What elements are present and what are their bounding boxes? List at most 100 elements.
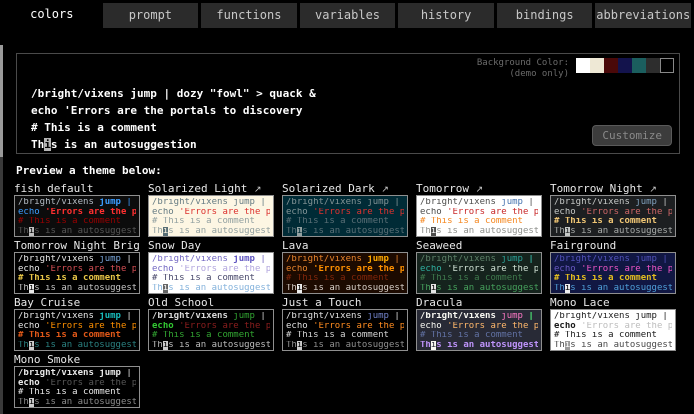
external-link-icon[interactable]: ↗ <box>649 185 657 195</box>
theme-preview[interactable]: /bright/vixens jump | dozy " echo 'Error… <box>14 309 140 351</box>
preview-echo-line: echo 'Errors are the portals <box>18 208 136 218</box>
theme-preview[interactable]: /bright/vixens jump | dozy " echo 'Error… <box>416 195 542 237</box>
external-link-icon[interactable]: ↗ <box>476 185 484 195</box>
bg-swatch[interactable] <box>646 58 660 73</box>
theme-name[interactable]: Snow Day <box>148 239 274 252</box>
bg-swatch[interactable] <box>632 58 646 73</box>
theme-preview[interactable]: /bright/vixens jump | dozy " echo 'Error… <box>282 309 408 351</box>
preview-autosuggestion-line: This is an autosuggestion <box>554 284 672 294</box>
tab-abbreviations[interactable]: abbreviations <box>595 3 691 28</box>
preview-echo-line: echo 'Errors are the portals <box>554 208 672 218</box>
theme-dracula[interactable]: Dracula /bright/vixens jump | dozy " ech… <box>416 296 542 351</box>
theme-mono-lace[interactable]: Mono Lace /bright/vixens jump | dozy " e… <box>550 296 676 351</box>
theme-solarized-light[interactable]: Solarized Light ↗ /bright/vixens jump | … <box>148 182 274 237</box>
tab-variables[interactable]: variables <box>300 3 396 28</box>
theme-name-text: Tomorrow Night Bright <box>14 239 140 252</box>
theme-name[interactable]: Dracula <box>416 296 542 309</box>
theme-preview[interactable]: /bright/vixens jump | dozy " echo 'Error… <box>148 309 274 351</box>
theme-preview[interactable]: /bright/vixens jump | dozy " echo 'Error… <box>14 252 140 294</box>
preview-comment-line: # This is a comment <box>286 331 404 341</box>
theme-name[interactable]: Tomorrow ↗ <box>416 182 542 195</box>
theme-name[interactable]: Fairground <box>550 239 676 252</box>
tab-functions[interactable]: functions <box>201 3 297 28</box>
preview-autosuggestion-line: This is an autosuggestion <box>18 227 136 237</box>
theme-name[interactable]: Mono Lace <box>550 296 676 309</box>
preview-echo-line: echo 'Errors are the portals <box>286 208 404 218</box>
terminal-demo-panel: Background Color: (demo only) /bright/vi… <box>16 53 680 154</box>
theme-seaweed[interactable]: Seaweed /bright/vixens jump | dozy " ech… <box>416 239 542 294</box>
terminal-line-command: /bright/vixens jump | dozy "fowl" > quac… <box>31 87 679 104</box>
theme-preview[interactable]: /bright/vixens jump | dozy " echo 'Error… <box>148 252 274 294</box>
bg-swatch[interactable] <box>604 58 618 73</box>
theme-old-school[interactable]: Old School /bright/vixens jump | dozy " … <box>148 296 274 351</box>
bg-swatch[interactable] <box>660 58 674 73</box>
theme-just-a-touch[interactable]: Just a Touch /bright/vixens jump | dozy … <box>282 296 408 351</box>
theme-solarized-dark[interactable]: Solarized Dark ↗ /bright/vixens jump | d… <box>282 182 408 237</box>
theme-preview[interactable]: /bright/vixens jump | dozy " echo 'Error… <box>282 252 408 294</box>
theme-preview[interactable]: /bright/vixens jump | dozy " echo 'Error… <box>148 195 274 237</box>
theme-snow-day[interactable]: Snow Day /bright/vixens jump | dozy " ec… <box>148 239 274 294</box>
preview-comment-line: # This is a comment <box>152 331 270 341</box>
tab-bindings[interactable]: bindings <box>497 3 593 28</box>
theme-tomorrow-night[interactable]: Tomorrow Night ↗ /bright/vixens jump | d… <box>550 182 676 237</box>
preview-echo-line: echo 'Errors are the portals <box>554 322 672 332</box>
theme-tomorrow[interactable]: Tomorrow ↗ /bright/vixens jump | dozy " … <box>416 182 542 237</box>
tab-label: variables <box>315 8 380 22</box>
tab-label: history <box>421 8 472 22</box>
external-link-icon[interactable]: ↗ <box>381 185 389 195</box>
theme-name[interactable]: Solarized Dark ↗ <box>282 182 408 195</box>
theme-name-text: Fairground <box>550 239 616 252</box>
preview-echo-line: echo 'Errors are the portals <box>420 265 538 275</box>
theme-tomorrow-night-bright[interactable]: Tomorrow Night Bright ↗ /bright/vixens j… <box>14 239 140 294</box>
theme-name[interactable]: Lava <box>282 239 408 252</box>
theme-name[interactable]: Just a Touch <box>282 296 408 309</box>
theme-name-text: fish default <box>14 182 93 195</box>
theme-preview[interactable]: /bright/vixens jump | dozy " echo 'Error… <box>416 309 542 351</box>
theme-name[interactable]: Seaweed <box>416 239 542 252</box>
theme-name[interactable]: Bay Cruise <box>14 296 140 309</box>
terminal-line-comment: # This is a comment <box>31 121 679 138</box>
preview-comment-line: # This is a comment <box>420 217 538 227</box>
preview-command-line: /bright/vixens jump | dozy " <box>286 255 404 265</box>
tab-history[interactable]: history <box>398 3 494 28</box>
theme-preview[interactable]: /bright/vixens jump | dozy " echo 'Error… <box>14 195 140 237</box>
preview-autosuggestion-line: This is an autosuggestion <box>420 284 538 294</box>
tab-bar: colorspromptfunctions variables history bin… <box>0 0 694 28</box>
tab-prompt[interactable]: prompt <box>103 3 199 28</box>
theme-grid: fish default /bright/vixens jump | dozy … <box>14 182 694 408</box>
preview-command-line: /bright/vixens jump | dozy " <box>420 312 538 322</box>
theme-fish-default[interactable]: fish default /bright/vixens jump | dozy … <box>14 182 140 237</box>
theme-bay-cruise[interactable]: Bay Cruise /bright/vixens jump | dozy " … <box>14 296 140 351</box>
preview-command-line: /bright/vixens jump | dozy " <box>152 255 270 265</box>
theme-preview[interactable]: /bright/vixens jump | dozy " echo 'Error… <box>14 366 140 408</box>
left-scrollbar-strip[interactable] <box>0 45 3 157</box>
preview-command-line: /bright/vixens jump | dozy " <box>18 198 136 208</box>
bg-swatch[interactable] <box>576 58 590 73</box>
theme-name[interactable]: Tomorrow Night Bright ↗ <box>14 239 140 252</box>
bg-swatch[interactable] <box>618 58 632 73</box>
theme-name[interactable]: Mono Smoke <box>14 353 140 366</box>
theme-preview[interactable]: /bright/vixens jump | dozy " echo 'Error… <box>550 309 676 351</box>
preview-command-line: /bright/vixens jump | dozy " <box>18 312 136 322</box>
preview-command-line: /bright/vixens jump | dozy " <box>18 255 136 265</box>
customize-button[interactable]: Customize <box>592 125 672 146</box>
theme-preview[interactable]: /bright/vixens jump | dozy " echo 'Error… <box>282 195 408 237</box>
external-link-icon[interactable]: ↗ <box>254 185 262 195</box>
theme-fairground[interactable]: Fairground /bright/vixens jump | dozy " … <box>550 239 676 294</box>
background-color-label-text: Background Color: <box>477 58 569 69</box>
theme-name[interactable]: Old School <box>148 296 274 309</box>
preview-command-line: /bright/vixens jump | dozy " <box>420 255 538 265</box>
theme-preview[interactable]: /bright/vixens jump | dozy " echo 'Error… <box>550 195 676 237</box>
theme-mono-smoke[interactable]: Mono Smoke /bright/vixens jump | dozy " … <box>14 353 140 408</box>
theme-preview[interactable]: /bright/vixens jump | dozy " echo 'Error… <box>416 252 542 294</box>
theme-name[interactable]: fish default <box>14 182 140 195</box>
tab-colors[interactable]: colors <box>4 0 100 28</box>
theme-name[interactable]: Solarized Light ↗ <box>148 182 274 195</box>
bg-swatch[interactable] <box>590 58 604 73</box>
preview-command-line: /bright/vixens jump | dozy " <box>152 312 270 322</box>
theme-preview[interactable]: /bright/vixens jump | dozy " echo 'Error… <box>550 252 676 294</box>
preview-echo-line: echo 'Errors are the portals <box>152 208 270 218</box>
theme-lava[interactable]: Lava /bright/vixens jump | dozy " echo '… <box>282 239 408 294</box>
preview-command-line: /bright/vixens jump | dozy " <box>420 198 538 208</box>
theme-name[interactable]: Tomorrow Night ↗ <box>550 182 676 195</box>
